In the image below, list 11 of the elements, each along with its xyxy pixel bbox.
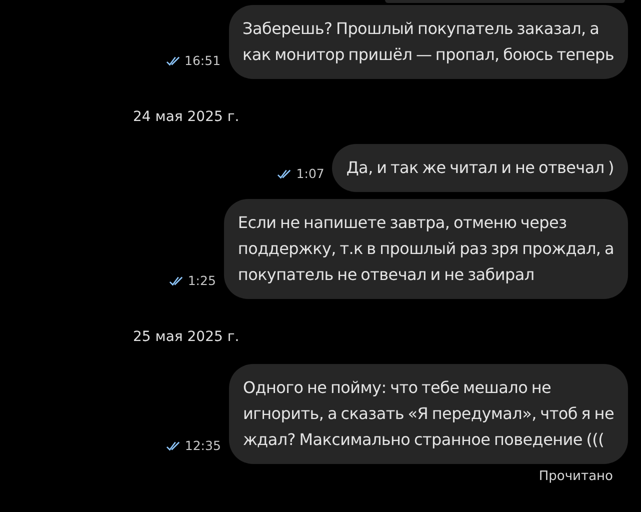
message-bubble: Да, и так же читал и не отвечал ) (332, 144, 628, 192)
message-time: 12:35 (184, 438, 221, 453)
message-bubble: Если не напишете завтра, отменю через поддержку, т.к в прошлый раз зря прождал, а покупатель не отвечал и не забирал (224, 199, 628, 299)
message-bubble: Заберешь? Прошлый покупатель заказал, а как монитор пришёл — пропал, боюсь теперь (228, 5, 628, 79)
message-bubble: Одного не пойму: что тебе мешало не игнорить, а сказать «Я передумал», чтоб я не ждал? Максимально странное поведение ((( (228, 364, 628, 464)
message-time: 1:07 (296, 166, 324, 181)
date-label: 24 мая 2025 г. (132, 109, 240, 125)
date-label: 25 мая 2025 г. (132, 329, 240, 345)
read-status: Прочитано (538, 469, 613, 484)
message-time: 16:51 (184, 53, 221, 68)
message-time: 1:25 (188, 273, 216, 288)
